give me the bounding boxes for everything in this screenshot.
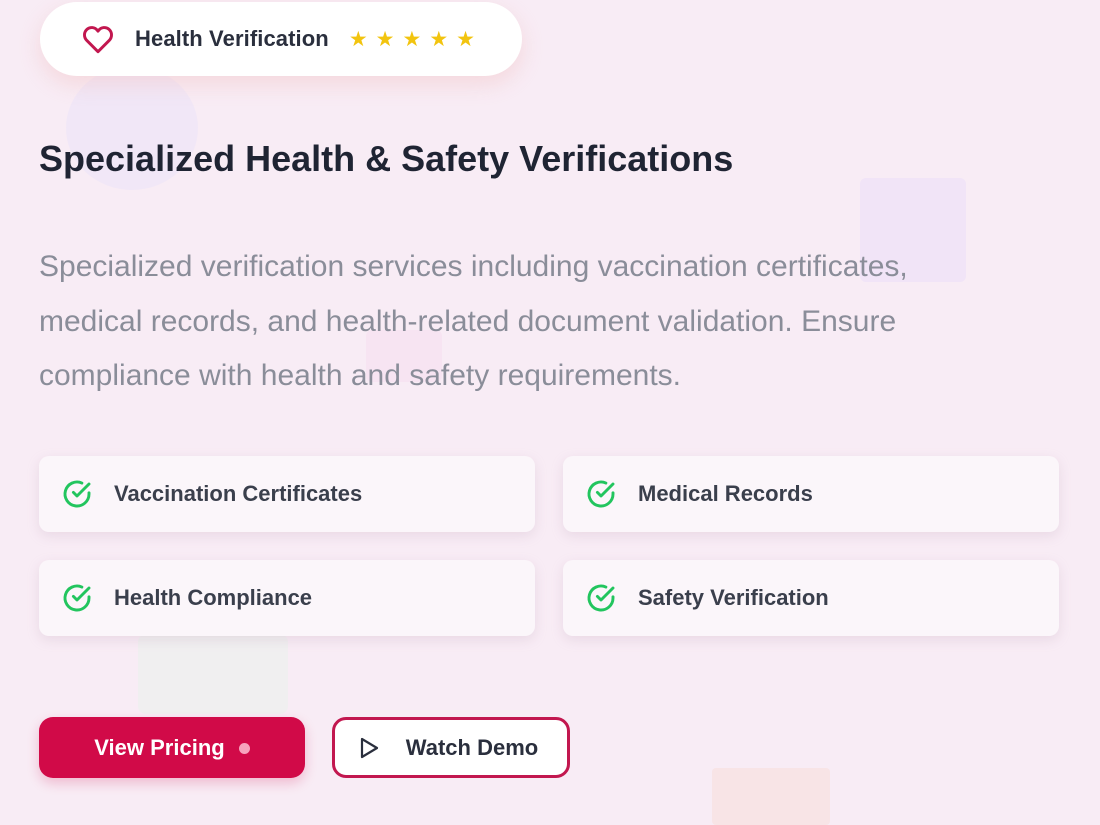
- badge-label: Health Verification: [135, 26, 329, 51]
- feature-label: Health Compliance: [114, 585, 313, 610]
- feature-card-health-compliance: Health Compliance: [39, 560, 535, 636]
- star-icon: ★: [375, 27, 395, 51]
- heart-icon: [82, 23, 114, 55]
- watch-demo-label: Watch Demo: [405, 734, 539, 760]
- health-verification-badge: Health Verification ★ ★ ★ ★ ★: [40, 2, 522, 76]
- star-icon: ★: [402, 27, 422, 51]
- view-pricing-button[interactable]: View Pricing: [39, 717, 305, 778]
- check-circle-icon: [585, 582, 617, 614]
- feature-label: Medical Records: [638, 481, 813, 506]
- feature-label: Safety Verification: [638, 585, 829, 610]
- star-rating: ★ ★ ★ ★ ★: [349, 29, 475, 50]
- feature-card-safety-verification: Safety Verification: [563, 560, 1059, 636]
- section-description: Specialized verification services includ…: [39, 250, 908, 392]
- watch-demo-button[interactable]: Watch Demo: [332, 717, 570, 778]
- play-icon: [358, 736, 380, 760]
- check-circle-icon: [61, 478, 93, 510]
- background-square: [712, 768, 830, 825]
- check-circle-icon: [585, 478, 617, 510]
- dot-icon: [238, 742, 250, 754]
- check-circle-icon: [61, 582, 93, 614]
- feature-card-vaccination-certificates: Vaccination Certificates: [39, 456, 535, 532]
- feature-card-medical-records: Medical Records: [563, 456, 1059, 532]
- star-icon: ★: [456, 27, 475, 51]
- section-title: Specialized Health & Safety Verification…: [39, 138, 734, 179]
- background-square: [138, 634, 288, 714]
- feature-label: Vaccination Certificates: [114, 481, 363, 506]
- star-icon: ★: [348, 27, 368, 51]
- star-icon: ★: [429, 27, 449, 51]
- view-pricing-label: View Pricing: [94, 734, 225, 760]
